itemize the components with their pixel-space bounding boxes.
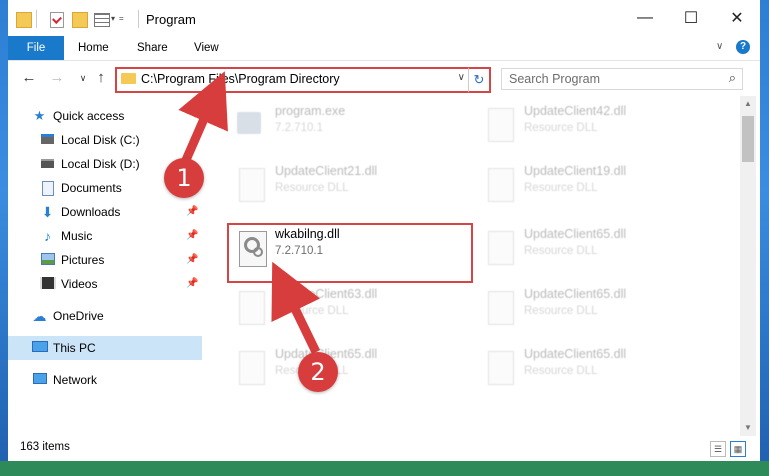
annotation-arrows	[178, 71, 321, 354]
arrow-1	[178, 71, 228, 162]
step-2-badge: 2	[298, 352, 338, 392]
explorer-window: ▾ = Program — ☐ ✕ File Home Share View ∨…	[8, 0, 760, 461]
arrow-2	[271, 261, 321, 354]
desktop-strip	[0, 461, 769, 476]
step-1-badge: 1	[164, 158, 204, 198]
